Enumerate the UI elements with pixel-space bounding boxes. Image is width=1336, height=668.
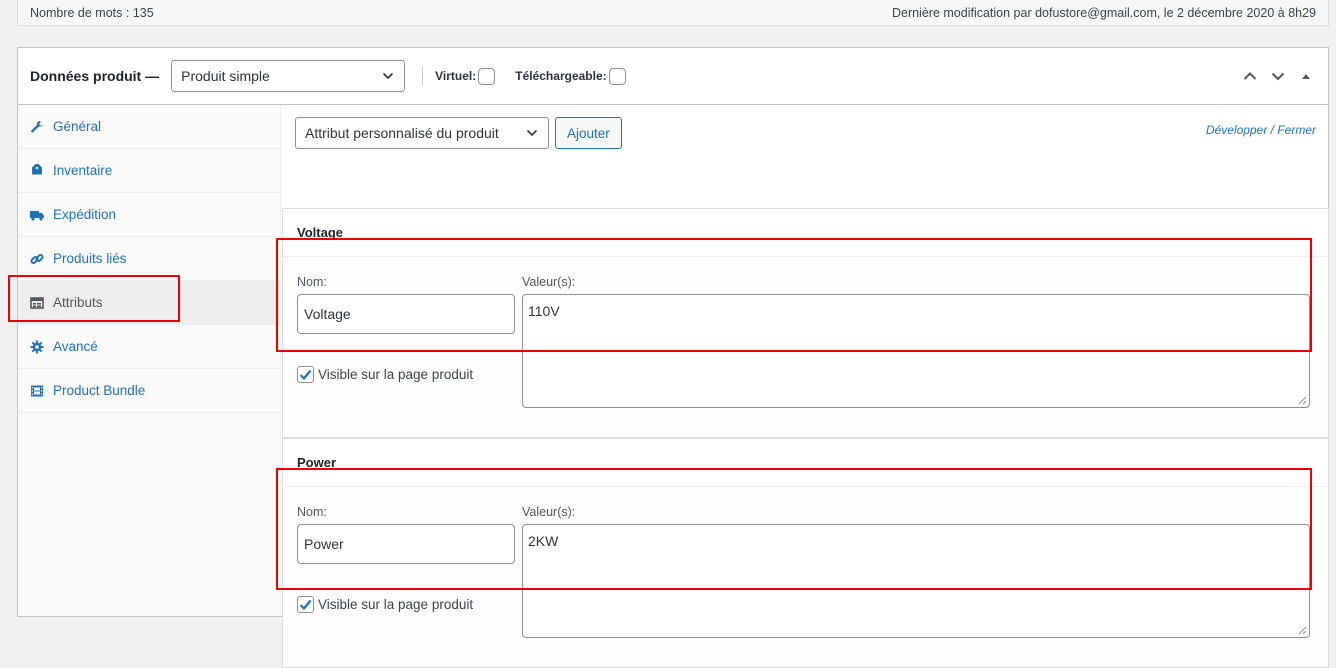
- expand-close-links: Développer / Fermer: [1206, 123, 1316, 137]
- visible-label: Visible sur la page produit: [318, 367, 474, 382]
- truck-icon: [30, 210, 44, 221]
- attributes-panel: Attribut personnalisé du produit Ajouter…: [281, 105, 1329, 668]
- tab-label: Avancé: [53, 339, 98, 354]
- collapse-triangle-icon[interactable]: [1298, 68, 1314, 84]
- close-all-link[interactable]: Fermer: [1277, 123, 1316, 137]
- product-type-select[interactable]: Produit simple: [171, 60, 406, 92]
- downloadable-option: Téléchargeable:: [515, 67, 626, 85]
- status-bar: Nombre de mots : 135 Dernière modificati…: [17, 0, 1329, 26]
- move-up-icon[interactable]: [1242, 68, 1258, 84]
- table-icon: [30, 296, 44, 309]
- tab-label: Produits liés: [53, 251, 127, 266]
- attribute-taxonomy-select[interactable]: Attribut personnalisé du produit: [295, 117, 549, 149]
- attribute-header[interactable]: Voltage: [283, 209, 1328, 257]
- visible-checkbox[interactable]: [297, 366, 314, 383]
- name-label: Nom:: [297, 275, 327, 289]
- move-down-icon[interactable]: [1270, 68, 1286, 84]
- visible-label: Visible sur la page produit: [318, 597, 474, 612]
- resize-grip-icon[interactable]: [1298, 626, 1307, 635]
- attribute-values-text: 110V: [528, 303, 560, 319]
- add-attribute-button[interactable]: Ajouter: [555, 117, 622, 149]
- checkmark-icon: [299, 369, 312, 381]
- attribute-block-voltage: Voltage Nom: Valeur(s): Voltage 110V Vis…: [282, 208, 1329, 438]
- product-type-value: Produit simple: [181, 68, 270, 84]
- last-modified: Dernière modification par dofustore@gmai…: [891, 5, 1316, 20]
- attribute-values-textarea[interactable]: 110V: [522, 294, 1310, 408]
- tab-shipping[interactable]: Expédition: [18, 193, 280, 237]
- attribute-body: Nom: Valeur(s): Power 2KW Visible sur la…: [283, 487, 1328, 667]
- tab-label: Général: [53, 119, 102, 134]
- attribute-block-power: Power Nom: Valeur(s): Power 2KW Visible …: [282, 438, 1329, 668]
- chevron-down-icon: [383, 72, 394, 80]
- product-data-panel: Données produit — Produit simple Virtuel…: [17, 47, 1329, 668]
- product-data-tabs: Général Inventaire Expédition Produits l…: [18, 105, 281, 616]
- tab-product-bundle[interactable]: Product Bundle: [18, 369, 280, 413]
- downloadable-checkbox[interactable]: [608, 67, 626, 85]
- panel-header: Données produit — Produit simple Virtuel…: [18, 48, 1328, 105]
- tab-advanced[interactable]: Avancé: [18, 325, 280, 369]
- header-divider: [422, 67, 424, 85]
- resize-grip-icon[interactable]: [1298, 396, 1307, 405]
- visible-checkbox[interactable]: [297, 596, 314, 613]
- panel-title: Données produit —: [30, 68, 160, 84]
- values-label: Valeur(s):: [522, 275, 576, 289]
- attribute-values-text: 2KW: [528, 533, 559, 549]
- virtual-label: Virtuel:: [435, 69, 477, 83]
- downloadable-label: Téléchargeable:: [515, 69, 607, 83]
- chevron-down-icon: [526, 129, 538, 137]
- tab-general[interactable]: Général: [18, 105, 280, 149]
- film-icon: [31, 385, 43, 396]
- tab-label: Inventaire: [53, 163, 113, 178]
- attribute-header[interactable]: Power: [283, 439, 1328, 487]
- tab-label: Attributs: [53, 295, 103, 310]
- tab-label: Product Bundle: [53, 383, 146, 398]
- virtual-option: Virtuel:: [435, 67, 496, 85]
- checkmark-icon: [299, 599, 312, 611]
- virtual-checkbox[interactable]: [478, 67, 496, 85]
- attribute-name-input[interactable]: Voltage: [297, 294, 515, 334]
- panel-controls: [1242, 68, 1314, 84]
- attribute-body: Nom: Valeur(s): Voltage 110V Visible sur…: [283, 257, 1328, 437]
- wrench-icon: [31, 120, 43, 132]
- name-label: Nom:: [297, 505, 327, 519]
- attributes-toolbar: Attribut personnalisé du produit Ajouter…: [281, 105, 1328, 161]
- tab-inventory[interactable]: Inventaire: [18, 149, 280, 193]
- attribute-values-textarea[interactable]: 2KW: [522, 524, 1310, 638]
- tab-label: Expédition: [53, 207, 117, 222]
- visible-on-product-page: Visible sur la page produit: [297, 596, 473, 613]
- expand-all-link[interactable]: Développer: [1206, 123, 1267, 137]
- visible-on-product-page: Visible sur la page produit: [297, 366, 473, 383]
- gear-icon: [30, 340, 44, 353]
- link-icon: [30, 253, 44, 264]
- tab-attributes[interactable]: Attributs: [18, 281, 280, 325]
- word-count: Nombre de mots : 135: [30, 5, 154, 20]
- values-label: Valeur(s):: [522, 505, 576, 519]
- tag-icon: [32, 163, 42, 175]
- tab-linked-products[interactable]: Produits liés: [18, 237, 280, 281]
- attribute-name-input[interactable]: Power: [297, 524, 515, 564]
- attribute-select-value: Attribut personnalisé du produit: [305, 125, 499, 141]
